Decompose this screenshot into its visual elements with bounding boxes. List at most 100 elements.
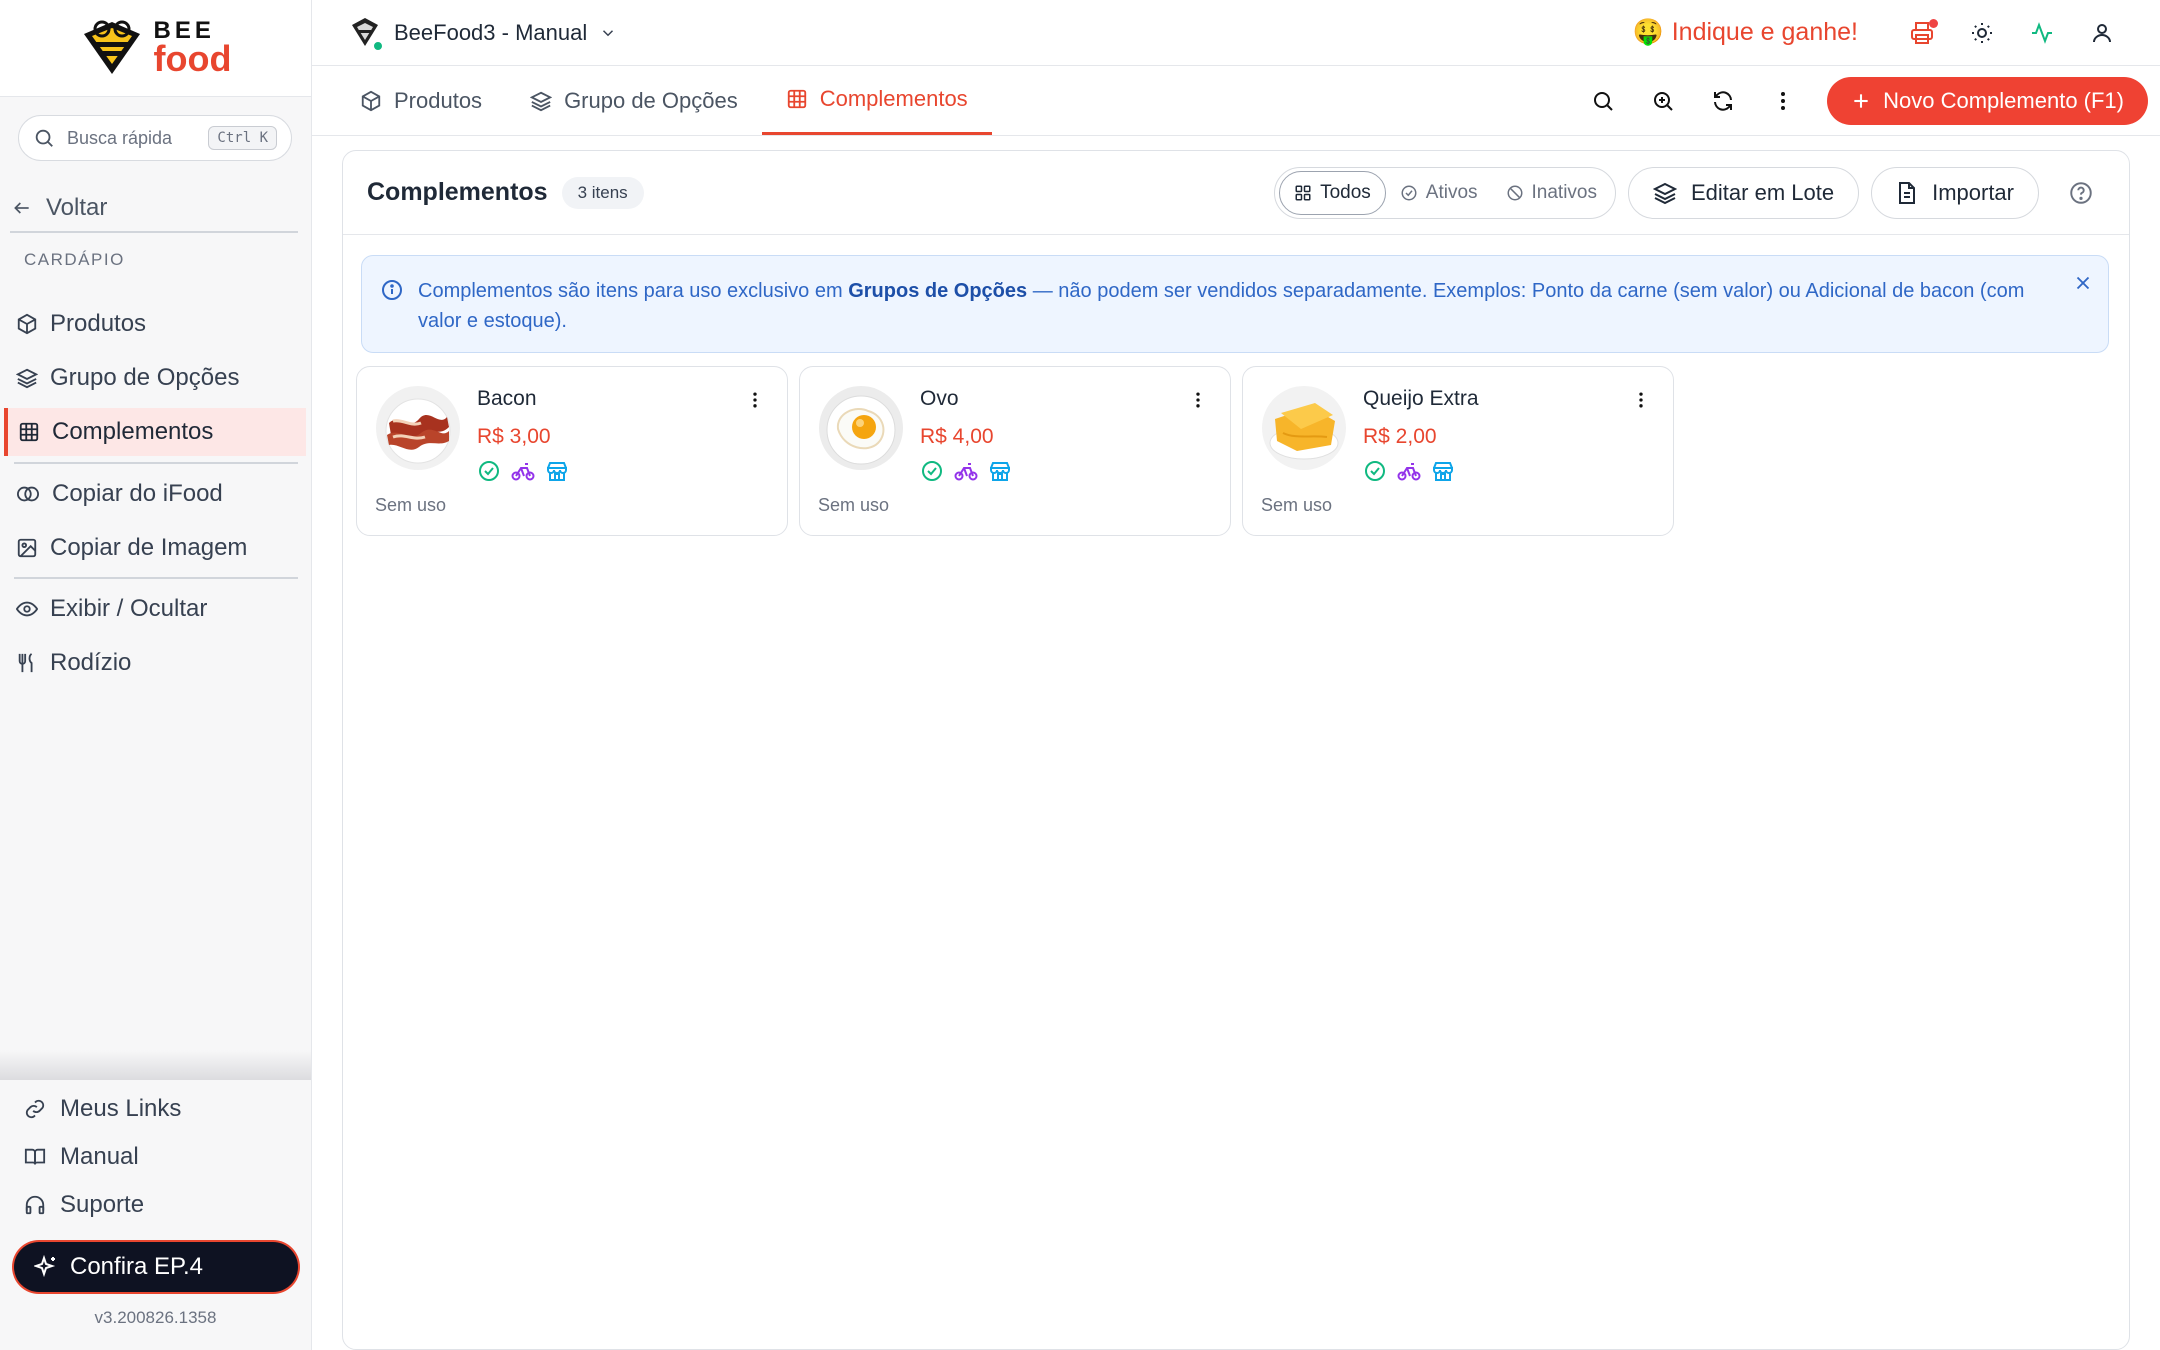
item-name: Queijo Extra <box>1363 387 1479 410</box>
sparkles-icon <box>34 1255 56 1278</box>
item-usage: Sem uso <box>375 495 447 515</box>
tab-produtos[interactable]: Produtos <box>336 66 506 135</box>
tab-complementos[interactable]: Complementos <box>761 66 992 135</box>
batch-edit-label: Editar em Lote <box>1691 179 1835 205</box>
refresh-icon <box>1714 90 1733 111</box>
headset-icon <box>25 1195 45 1215</box>
filter-ativos[interactable]: Ativos <box>1386 171 1492 215</box>
section-tabs: Produtos Grupo de Opções Complementos No… <box>312 66 2160 136</box>
active-check-icon <box>922 461 942 481</box>
divider <box>14 577 298 579</box>
more-vertical-icon <box>1781 91 1786 110</box>
more-options-button[interactable] <box>1753 77 1813 125</box>
image-icon <box>17 538 37 558</box>
help-button[interactable] <box>2057 169 2105 217</box>
close-alert-button[interactable] <box>2072 272 2094 294</box>
sidebar-item-label: Produtos <box>50 310 147 337</box>
grid-icon <box>19 422 39 442</box>
sidebar-item-copiar-ifood[interactable]: Copiar do iFood <box>4 470 306 518</box>
filter-todos[interactable]: Todos <box>1279 170 1386 215</box>
sidebar-item-label: Copiar do iFood <box>52 480 223 507</box>
bee-logo-icon <box>83 20 140 74</box>
plus-icon <box>1854 93 1868 108</box>
file-spreadsheet-icon <box>1899 181 1916 204</box>
refresh-button[interactable] <box>1693 77 1753 125</box>
import-button[interactable]: Importar <box>1871 166 2039 219</box>
quick-search[interactable]: Busca rápida Ctrl K <box>18 115 292 161</box>
item-menu-button[interactable] <box>1186 385 1210 415</box>
grid-icon <box>787 89 806 109</box>
item-price: R$ 2,00 <box>1363 425 1437 448</box>
item-menu-button[interactable] <box>743 385 767 415</box>
meus-links-link[interactable]: Meus Links <box>24 1089 181 1129</box>
item-image-bacon <box>375 385 461 471</box>
manual-link[interactable]: Manual <box>24 1137 139 1177</box>
sidebar-item-exibir-ocultar[interactable]: Exibir / Ocultar <box>4 585 306 633</box>
book-icon <box>24 1148 46 1165</box>
info-alert: Complementos são itens para uso exclusiv… <box>361 255 2109 353</box>
eye-icon <box>16 601 38 617</box>
back-link[interactable]: Voltar <box>10 185 298 233</box>
store-selector[interactable]: BeeFood3 - Manual <box>348 16 617 52</box>
info-text-bold: Grupos de Opções <box>848 280 1028 302</box>
confira-ep-button[interactable]: Confira EP.4 <box>14 1242 298 1292</box>
search-icon <box>35 129 53 147</box>
zoom-in-icon <box>1654 91 1673 111</box>
more-vertical-icon <box>1196 392 1200 408</box>
theme-toggle-button[interactable] <box>1952 9 2012 57</box>
brand-logo[interactable]: BEE food <box>0 0 311 97</box>
sidebar-item-complementos[interactable]: Complementos <box>4 408 306 456</box>
bottom-nav-label: Manual <box>60 1143 139 1170</box>
ban-icon <box>1507 185 1523 200</box>
layers-icon <box>16 368 38 389</box>
complement-card[interactable]: Bacon R$ 3,00 Sem uso <box>356 366 788 536</box>
page-title: Complementos <box>367 178 548 206</box>
divider <box>14 462 298 464</box>
item-menu-button[interactable] <box>1629 385 1653 415</box>
item-price: R$ 4,00 <box>920 425 994 448</box>
sidebar-fade <box>0 1050 311 1080</box>
complements-panel: Complementos 3 itens Todos Ativos Inativ… <box>342 150 2130 1350</box>
close-icon <box>2076 276 2090 290</box>
bottom-nav-label: Meus Links <box>60 1095 182 1122</box>
grid-view-icon <box>1295 185 1311 200</box>
batch-edit-button[interactable]: Editar em Lote <box>1628 166 1860 219</box>
sidebar-item-grupo-opcoes[interactable]: Grupo de Opções <box>4 354 306 402</box>
tab-label: Produtos <box>394 87 483 113</box>
suporte-link[interactable]: Suporte <box>24 1185 144 1225</box>
top-bar: BeeFood3 - Manual 🤑 Indique e ganhe! <box>312 0 2160 66</box>
link-icon <box>25 1099 45 1119</box>
search-button[interactable] <box>1573 77 1633 125</box>
box-icon <box>361 90 381 111</box>
egg-image <box>819 386 903 470</box>
sidebar-item-copiar-imagem[interactable]: Copiar de Imagem <box>4 524 306 572</box>
store-icon <box>1433 462 1453 481</box>
complement-card[interactable]: Ovo R$ 4,00 Sem uso <box>799 366 1231 536</box>
cheese-image <box>1262 386 1346 470</box>
search-shortcut: Ctrl K <box>208 126 277 150</box>
sidebar-item-label: Complementos <box>52 418 214 445</box>
refer-link[interactable]: 🤑 Indique e ganhe! <box>1633 18 1858 47</box>
item-usage: Sem uso <box>1261 495 1333 515</box>
new-complement-button[interactable]: Novo Complemento (F1) <box>1827 76 2148 125</box>
check-circle-icon <box>1401 185 1417 200</box>
filter-label: Ativos <box>1425 181 1478 203</box>
cta-label: Confira EP.4 <box>70 1253 203 1280</box>
activity-button[interactable] <box>2012 9 2072 57</box>
activity-icon <box>2032 21 2052 44</box>
filter-inativos[interactable]: Inativos <box>1492 171 1611 215</box>
user-button[interactable] <box>2072 9 2132 57</box>
item-image-ovo <box>818 385 904 471</box>
sidebar-item-label: Exibir / Ocultar <box>50 595 208 622</box>
layers-icon <box>530 91 553 111</box>
import-label: Importar <box>1932 179 2014 205</box>
refer-label: Indique e ganhe! <box>1671 18 1858 46</box>
printer-button[interactable] <box>1892 9 1952 57</box>
sidebar-item-rodizio[interactable]: Rodízio <box>4 639 306 687</box>
filter-label: Todos <box>1320 181 1371 203</box>
delivery-bike-icon <box>1397 463 1421 481</box>
sidebar-item-produtos[interactable]: Produtos <box>4 300 306 348</box>
complement-card[interactable]: Queijo Extra R$ 2,00 Sem uso <box>1242 366 1674 536</box>
tab-grupo-opcoes[interactable]: Grupo de Opções <box>506 66 762 135</box>
zoom-button[interactable] <box>1633 77 1693 125</box>
